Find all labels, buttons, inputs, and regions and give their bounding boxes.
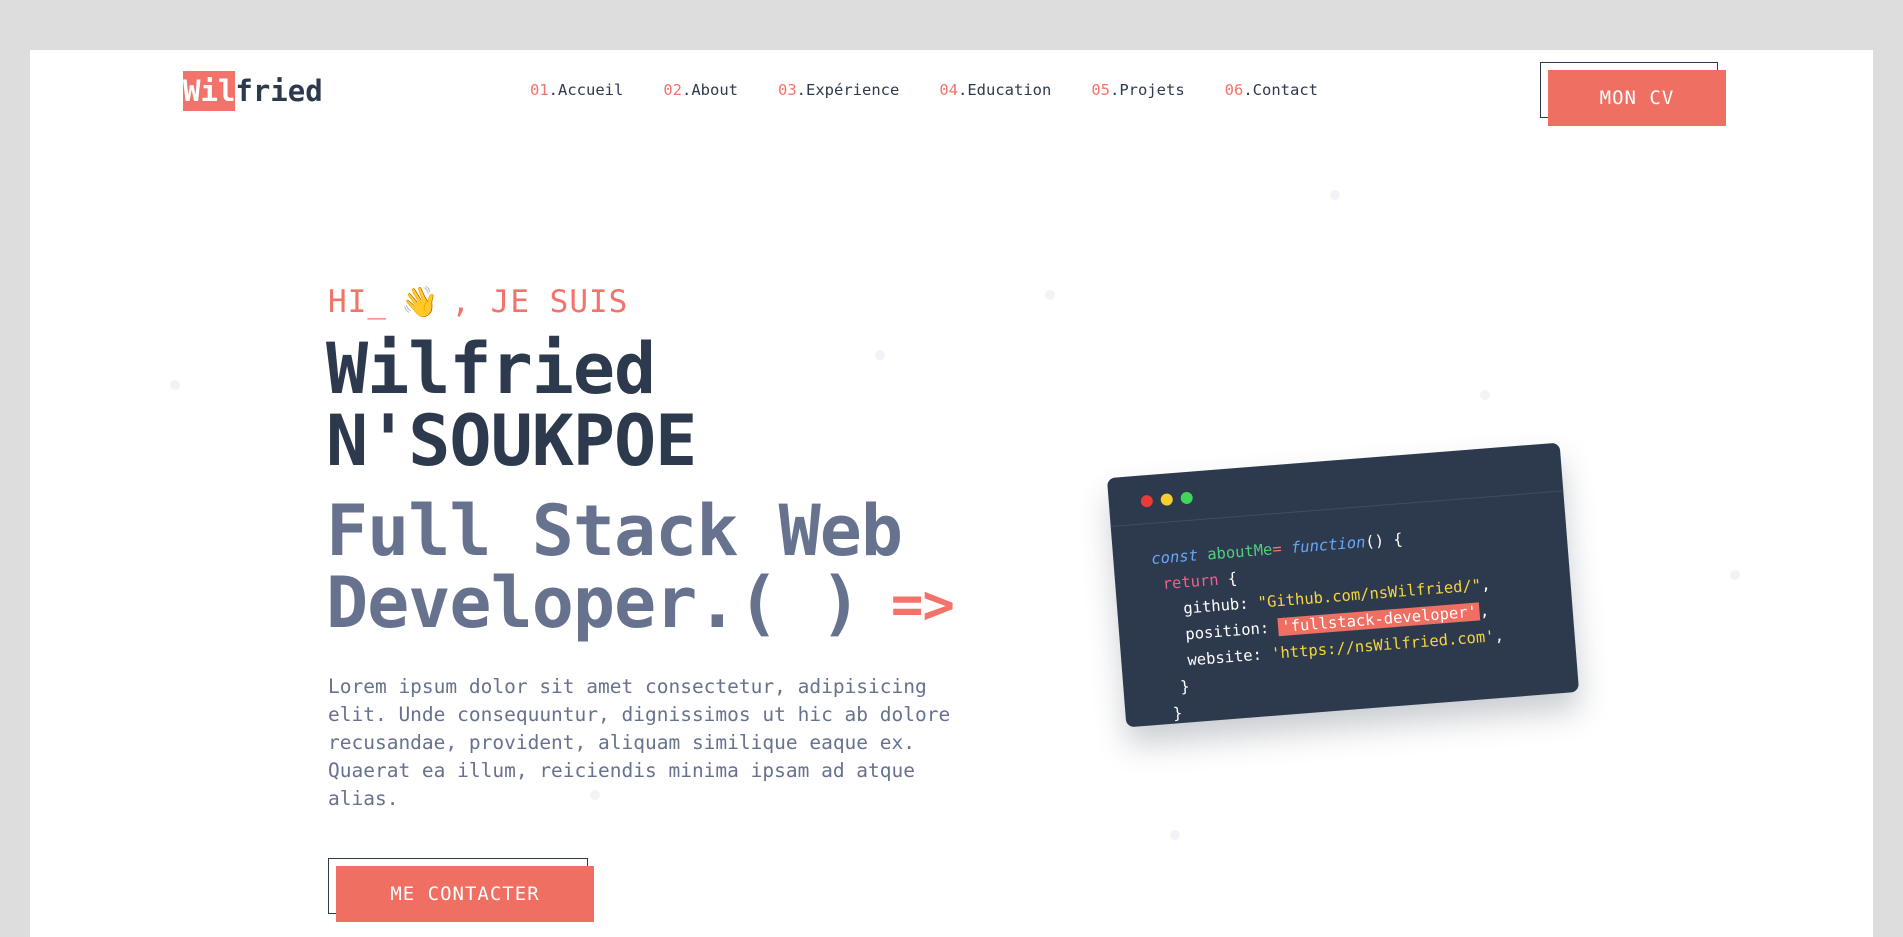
- nav-number: 05: [1091, 81, 1110, 99]
- name-line-2: N'SOUKPOE: [326, 400, 697, 482]
- code-card: const aboutMe= function() { return { git…: [1106, 442, 1580, 730]
- nav-number: 04: [939, 81, 958, 99]
- nav-item-about[interactable]: 02.About: [663, 81, 738, 99]
- code-github-key: github:: [1182, 593, 1259, 618]
- decor-dot: [1045, 290, 1055, 300]
- code-position-key: position:: [1184, 618, 1280, 644]
- nav-number: 03: [778, 81, 797, 99]
- code-close-inner: }: [1179, 677, 1191, 697]
- logo-highlight: Wil: [183, 71, 236, 111]
- code-snippet: const aboutMe= function() { return { git…: [1111, 491, 1580, 730]
- code-comma: ,: [1479, 601, 1490, 621]
- greeting: HI_ 👋 , JE SUIS: [328, 284, 628, 320]
- code-website-key: website:: [1186, 644, 1272, 670]
- contact-button-group: ME CONTACTER: [328, 858, 594, 922]
- contact-button[interactable]: ME CONTACTER: [336, 866, 594, 922]
- decor-dot: [170, 380, 180, 390]
- hero-name: Wilfried N'SOUKPOE: [326, 333, 697, 477]
- nav-label: .Education: [958, 81, 1052, 99]
- role-line-2: Developer.( ): [326, 562, 862, 644]
- code-comma: ,: [1493, 626, 1505, 646]
- code-keyword-function: function: [1290, 533, 1367, 557]
- greeting-suffix: , JE SUIS: [451, 284, 629, 320]
- nav-number: 01: [530, 81, 549, 99]
- hero-description: Lorem ipsum dolor sit amet consectetur, …: [328, 675, 951, 810]
- role-line-1: Full Stack Web: [326, 490, 903, 572]
- cv-button-group: MON CV: [1540, 62, 1726, 126]
- decor-dot: [875, 350, 885, 360]
- code-close-outer: }: [1172, 704, 1183, 723]
- minimize-dot-icon: [1160, 493, 1174, 507]
- code-keyword-return: return: [1162, 570, 1220, 594]
- code-comma: ,: [1480, 575, 1492, 595]
- arrow-icon: =>: [890, 573, 955, 636]
- nav-label: .Expérience: [796, 81, 900, 99]
- code-return-open: {: [1217, 569, 1238, 589]
- decor-dot: [1480, 390, 1490, 400]
- page-canvas: Wil fried 01.Accueil 02.About 03.Expérien…: [30, 50, 1873, 937]
- code-keyword-const: const: [1150, 546, 1199, 568]
- maximize-dot-icon: [1180, 491, 1194, 505]
- nav-label: .About: [682, 81, 738, 99]
- nav-number: 06: [1224, 81, 1244, 99]
- nav-label: .Accueil: [548, 81, 624, 99]
- nav-item-contact[interactable]: 06.Contact: [1225, 81, 1318, 99]
- close-dot-icon: [1140, 494, 1154, 508]
- greeting-prefix: HI_: [328, 284, 387, 320]
- decor-dot: [1170, 830, 1180, 840]
- nav-item-experience[interactable]: 03.Expérience: [778, 81, 899, 99]
- nav-label: .Contact: [1243, 81, 1318, 99]
- hero-role: Full Stack Web Developer.( ) =>: [326, 495, 955, 644]
- code-var-name: aboutMe: [1206, 540, 1274, 564]
- site-logo[interactable]: Wil fried: [183, 71, 323, 111]
- decor-dot: [1730, 570, 1740, 580]
- name-line-1: Wilfried: [326, 328, 656, 410]
- main-nav: 01.Accueil 02.About 03.Expérience 04.Edu…: [530, 81, 1318, 99]
- cv-button[interactable]: MON CV: [1548, 70, 1726, 126]
- nav-label: .Projets: [1110, 81, 1185, 99]
- nav-item-accueil[interactable]: 01.Accueil: [530, 81, 623, 99]
- nav-item-projets[interactable]: 05.Projets: [1091, 81, 1184, 99]
- nav-item-education[interactable]: 04.Education: [939, 81, 1051, 99]
- code-equals: =: [1271, 539, 1283, 559]
- code-fn-open: () {: [1364, 530, 1404, 552]
- decor-dot: [1330, 190, 1340, 200]
- nav-number: 02: [663, 81, 682, 99]
- waving-hand-icon: 👋: [401, 284, 440, 320]
- logo-text: fried: [235, 74, 323, 108]
